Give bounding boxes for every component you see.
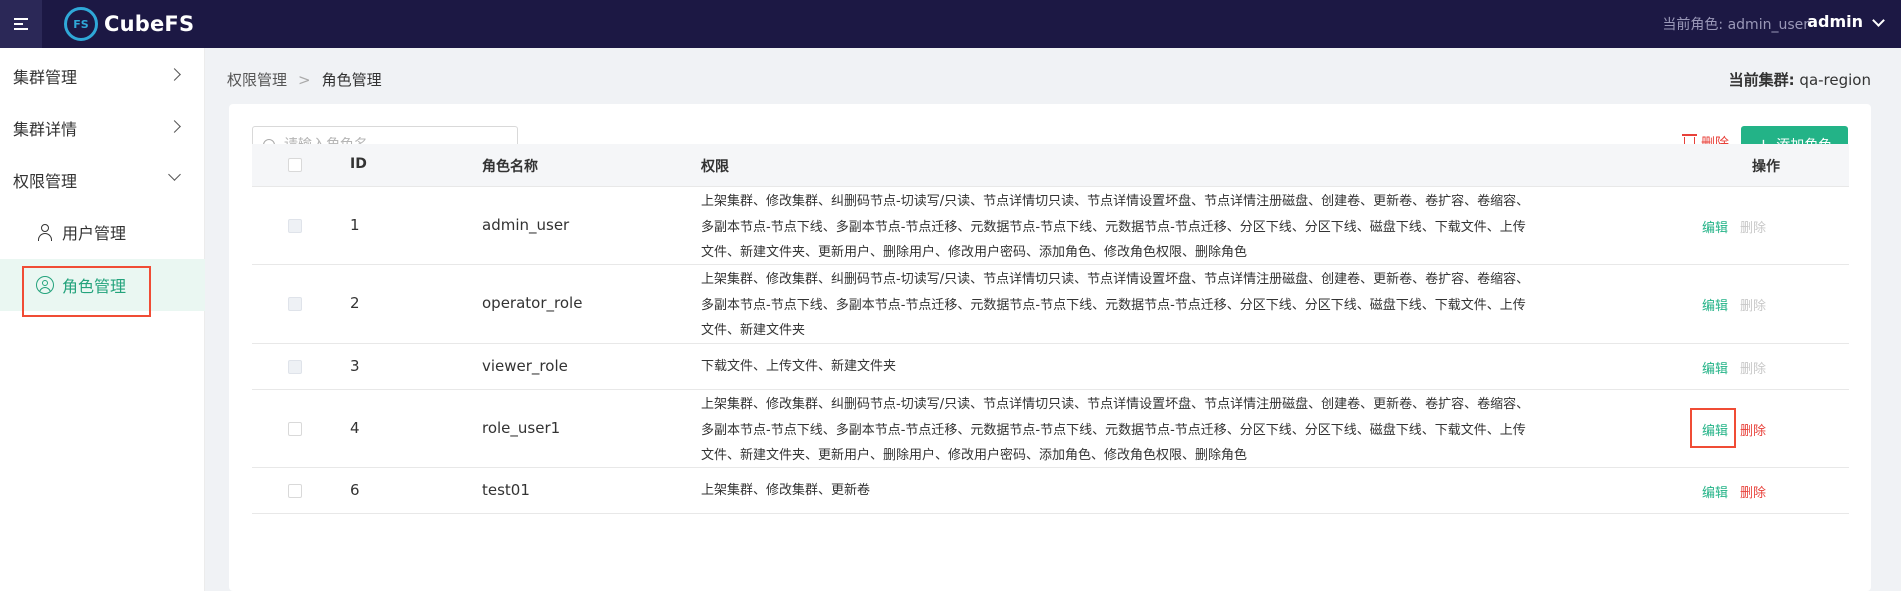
user-menu[interactable]: admin <box>1807 12 1863 31</box>
permission-line: 文件、新建文件夹、更新用户、删除用户、修改用户密码、添加角色、修改角色权限、删除… <box>701 448 1248 463</box>
breadcrumb: 权限管理 > 角色管理 <box>227 69 382 90</box>
table-row: 6 test01 上架集群、修改集群、更新卷 编辑 删除 <box>252 468 1849 514</box>
row-actions: 编辑 删除 <box>1702 217 1766 236</box>
row-actions: 编辑 删除 <box>1702 295 1766 314</box>
row-actions: 编辑 删除 <box>1702 420 1766 439</box>
row-id: 3 <box>350 357 360 375</box>
sidebar-item-label: 用户管理 <box>62 224 127 243</box>
delete-button[interactable]: 删除 <box>1740 420 1766 439</box>
table-row: 4 role_user1 上架集群、修改集群、纠删码节点-切读写/只读、节点详情… <box>252 390 1849 468</box>
permission-line: 多副本节点-节点下线、多副本节点-节点迁移、元数据节点-节点下线、元数据节点-节… <box>701 297 1526 313</box>
delete-button-disabled: 删除 <box>1740 362 1767 377</box>
row-checkbox <box>288 360 302 374</box>
row-id: 6 <box>350 481 360 499</box>
chevron-right-icon <box>168 68 181 81</box>
current-cluster-label: 当前集群: <box>1728 71 1795 89</box>
sidebar-item-role-management[interactable]: 角色管理 <box>0 259 205 311</box>
row-permissions: 上架集群、修改集群、纠删码节点-切读写/只读、节点详情切只读、节点详情设置坏盘、… <box>701 267 1626 344</box>
row-role-name: test01 <box>482 481 530 499</box>
row-permissions: 上架集群、修改集群、纠删码节点-切读写/只读、节点详情切只读、节点详情设置坏盘、… <box>701 392 1626 469</box>
row-id: 4 <box>350 419 360 437</box>
sidebar-item-label: 权限管理 <box>13 172 78 191</box>
row-checkbox[interactable] <box>288 422 302 436</box>
current-cluster: 当前集群: qa-region <box>1729 69 1871 90</box>
chevron-down-icon <box>168 168 181 181</box>
edit-button[interactable]: 编辑 <box>1702 482 1728 501</box>
sidebar-item-label: 集群管理 <box>13 68 78 87</box>
sidebar: 集群管理 集群详情 权限管理 用户管理 角色管理 <box>0 48 205 591</box>
row-checkbox <box>288 219 302 233</box>
edit-button[interactable]: 编辑 <box>1702 217 1728 236</box>
current-role-text: 当前角色: admin_user <box>1662 17 1809 33</box>
row-permissions: 下载文件、上传文件、新建文件夹 <box>701 354 1626 380</box>
permission-line: 上架集群、修改集群、更新卷 <box>701 483 871 498</box>
permission-line: 多副本节点-节点下线、多副本节点-节点迁移、元数据节点-节点下线、元数据节点-节… <box>701 219 1526 235</box>
column-header-actions: 操作 <box>1752 159 1780 175</box>
permission-line: 文件、新建文件夹、更新用户、删除用户、修改用户密码、添加角色、修改角色权限、删除… <box>701 245 1248 260</box>
role-table-card: 删除 + 添加角色 ID 角色名称 权限 操作 1 admin_user 上架集… <box>229 104 1871 591</box>
sidebar-item-label: 角色管理 <box>62 277 127 296</box>
sidebar-item-user-management[interactable]: 用户管理 <box>0 206 205 258</box>
chevron-down-icon[interactable] <box>1872 14 1885 27</box>
edit-button[interactable]: 编辑 <box>1702 420 1728 439</box>
row-id: 1 <box>350 216 360 234</box>
row-permissions: 上架集群、修改集群、纠删码节点-切读写/只读、节点详情切只读、节点详情设置坏盘、… <box>701 189 1626 266</box>
row-actions: 编辑 删除 <box>1702 358 1766 377</box>
row-actions: 编辑 删除 <box>1702 482 1766 501</box>
select-all-checkbox[interactable] <box>288 158 302 172</box>
permission-line: 文件、新建文件夹 <box>701 323 806 338</box>
edit-button[interactable]: 编辑 <box>1702 295 1728 314</box>
role-icon <box>36 276 54 294</box>
row-role-name: admin_user <box>482 216 570 234</box>
breadcrumb-separator: > <box>298 70 311 89</box>
row-checkbox <box>288 297 302 311</box>
menu-toggle-button[interactable] <box>0 0 42 48</box>
column-header-name: 角色名称 <box>482 159 538 175</box>
chevron-right-icon <box>168 120 181 133</box>
row-role-name: role_user1 <box>482 419 561 437</box>
table-header: ID 角色名称 权限 操作 <box>252 144 1849 187</box>
permission-line: 下载文件、上传文件、新建文件夹 <box>701 359 897 374</box>
row-permissions: 上架集群、修改集群、更新卷 <box>701 478 1626 504</box>
sidebar-item-cluster-management[interactable]: 集群管理 <box>0 50 205 102</box>
permission-line: 上架集群、修改集群、纠删码节点-切读写/只读、节点详情切只读、节点详情设置坏盘、… <box>701 194 1530 209</box>
app-logo[interactable]: FS CubeFS <box>64 7 194 41</box>
hamburger-icon <box>14 18 28 30</box>
breadcrumb-current: 角色管理 <box>321 71 382 89</box>
sidebar-item-permission-management[interactable]: 权限管理 <box>0 154 205 206</box>
delete-button[interactable]: 删除 <box>1740 482 1766 501</box>
app-name: CubeFS <box>104 12 195 36</box>
delete-button-disabled: 删除 <box>1740 299 1767 314</box>
user-icon <box>36 223 54 241</box>
column-header-id: ID <box>350 156 367 172</box>
sidebar-item-cluster-details[interactable]: 集群详情 <box>0 102 205 154</box>
permission-line: 多副本节点-节点下线、多副本节点-节点迁移、元数据节点-节点下线、元数据节点-节… <box>701 422 1526 438</box>
table-row: 3 viewer_role 下载文件、上传文件、新建文件夹 编辑 删除 <box>252 344 1849 390</box>
row-checkbox[interactable] <box>288 484 302 498</box>
table-row: 2 operator_role 上架集群、修改集群、纠删码节点-切读写/只读、节… <box>252 265 1849 344</box>
row-id: 2 <box>350 294 360 312</box>
edit-button[interactable]: 编辑 <box>1702 358 1728 377</box>
row-role-name: operator_role <box>482 294 583 312</box>
table-row: 1 admin_user 上架集群、修改集群、纠删码节点-切读写/只读、节点详情… <box>252 187 1849 265</box>
delete-button-disabled: 删除 <box>1740 221 1767 236</box>
permission-line: 上架集群、修改集群、纠删码节点-切读写/只读、节点详情切只读、节点详情设置坏盘、… <box>701 397 1530 412</box>
row-role-name: viewer_role <box>482 357 568 375</box>
top-bar: FS CubeFS 当前角色: admin_user admin <box>0 0 1901 48</box>
permission-line: 上架集群、修改集群、纠删码节点-切读写/只读、节点详情切只读、节点详情设置坏盘、… <box>701 272 1530 287</box>
current-cluster-value: qa-region <box>1799 71 1871 89</box>
column-header-permissions: 权限 <box>701 159 729 175</box>
cubefs-logo-icon: FS <box>64 7 98 41</box>
breadcrumb-parent[interactable]: 权限管理 <box>227 69 287 90</box>
sidebar-item-label: 集群详情 <box>13 120 78 139</box>
